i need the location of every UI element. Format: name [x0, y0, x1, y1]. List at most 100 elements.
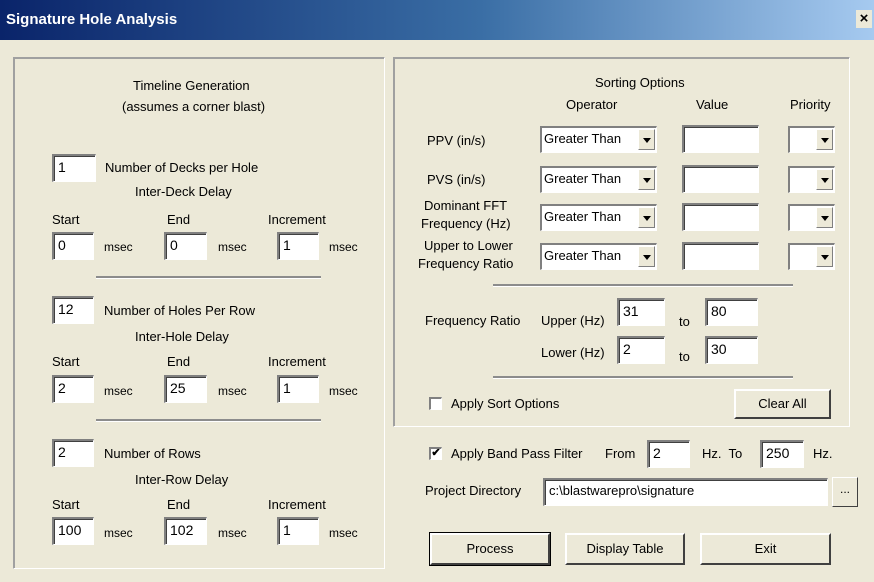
ppv-label: PPV (in/s): [427, 133, 486, 148]
deck-end-unit: msec: [218, 240, 247, 254]
decks-count-input[interactable]: 1: [52, 154, 96, 182]
hole-increment-label: Increment: [268, 354, 326, 369]
hole-end-input[interactable]: 25: [164, 375, 207, 403]
project-directory-label: Project Directory: [425, 483, 522, 498]
priority-column-header: Priority: [790, 97, 831, 112]
fft-label-line2: Frequency (Hz): [421, 216, 511, 231]
pvs-label: PVS (in/s): [427, 172, 486, 187]
sorting-separator-2: [493, 376, 793, 379]
chevron-down-icon[interactable]: [816, 169, 833, 190]
holes-count-input[interactable]: 12: [52, 296, 94, 324]
deck-end-label: End: [167, 212, 191, 227]
chevron-down-icon[interactable]: [638, 169, 655, 190]
ratio-priority-select[interactable]: [788, 243, 835, 270]
ppv-priority-select[interactable]: [788, 126, 835, 153]
hole-increment-unit: msec: [329, 384, 358, 398]
timeline-title: Timeline Generation: [133, 78, 250, 93]
upper-to-label: to: [679, 314, 690, 329]
display-table-button[interactable]: Display Table: [565, 533, 685, 565]
chevron-down-icon[interactable]: [638, 246, 655, 267]
chevron-down-icon[interactable]: [638, 129, 655, 150]
row-end-unit: msec: [218, 526, 247, 540]
hole-start-label: Start: [52, 354, 80, 369]
row-increment-unit: msec: [329, 526, 358, 540]
ppv-operator-value: Greater Than: [544, 131, 622, 146]
filter-hz-label: Hz.: [813, 446, 833, 461]
hole-start-unit: msec: [104, 384, 133, 398]
deck-end-input[interactable]: 0: [164, 232, 207, 260]
deck-increment-unit: msec: [329, 240, 358, 254]
upper-hz-label: Upper (Hz): [541, 313, 605, 328]
title-bar: Signature Hole Analysis ×: [0, 0, 874, 40]
filter-from-input[interactable]: 2: [647, 440, 690, 468]
row-end-input[interactable]: 102: [164, 517, 207, 545]
value-column-header: Value: [696, 97, 729, 112]
fft-operator-select[interactable]: Greater Than: [540, 204, 657, 231]
inter-row-delay-label: Inter-Row Delay: [135, 472, 229, 487]
band-pass-checkbox[interactable]: ✔: [429, 447, 442, 460]
project-directory-input[interactable]: c:\blastwarepro\signature: [543, 478, 828, 506]
fft-value-input[interactable]: [682, 203, 759, 231]
deck-start-input[interactable]: 0: [52, 232, 94, 260]
apply-sort-checkbox[interactable]: [429, 397, 442, 410]
apply-sort-label[interactable]: Apply Sort Options: [451, 396, 559, 411]
ratio-operator-select[interactable]: Greater Than: [540, 243, 657, 270]
sorting-title: Sorting Options: [595, 75, 685, 90]
pvs-priority-select[interactable]: [788, 166, 835, 193]
filter-to-input[interactable]: 250: [760, 440, 804, 468]
window-title: Signature Hole Analysis: [6, 11, 178, 28]
fft-label-line1: Dominant FFT: [424, 198, 508, 213]
ratio-label-line2: Frequency Ratio: [418, 256, 514, 271]
ppv-value-input[interactable]: [682, 125, 759, 153]
hole-separator: [96, 419, 321, 422]
lower-to-input[interactable]: 30: [705, 336, 758, 364]
row-start-unit: msec: [104, 526, 133, 540]
frequency-ratio-label: Frequency Ratio: [425, 313, 521, 328]
decks-count-label: Number of Decks per Hole: [105, 160, 259, 175]
holes-count-label: Number of Holes Per Row: [104, 303, 255, 318]
operator-column-header: Operator: [566, 97, 618, 112]
chevron-down-icon[interactable]: [816, 207, 833, 228]
pvs-value-input[interactable]: [682, 165, 759, 193]
ratio-label-line1: Upper to Lower: [424, 238, 513, 253]
chevron-down-icon[interactable]: [816, 129, 833, 150]
ratio-value-input[interactable]: [682, 242, 759, 270]
deck-increment-label: Increment: [268, 212, 326, 227]
sorting-separator-1: [493, 284, 793, 287]
browse-button[interactable]: ...: [832, 477, 858, 507]
inter-deck-delay-label: Inter-Deck Delay: [135, 184, 232, 199]
lower-from-input[interactable]: 2: [617, 336, 665, 364]
rows-count-input[interactable]: 2: [52, 439, 94, 467]
clear-all-button[interactable]: Clear All: [734, 389, 831, 419]
hole-start-input[interactable]: 2: [52, 375, 94, 403]
deck-increment-input[interactable]: 1: [277, 232, 319, 260]
filter-hz-to-label: Hz. To: [702, 446, 743, 461]
hole-end-label: End: [167, 354, 191, 369]
chevron-down-icon[interactable]: [638, 207, 655, 228]
deck-start-label: Start: [52, 212, 80, 227]
row-start-label: Start: [52, 497, 80, 512]
deck-separator: [96, 276, 321, 279]
inter-hole-delay-label: Inter-Hole Delay: [135, 329, 229, 344]
ppv-operator-select[interactable]: Greater Than: [540, 126, 657, 153]
process-button[interactable]: Process: [429, 532, 551, 566]
lower-to-label: to: [679, 349, 690, 364]
row-start-input[interactable]: 100: [52, 517, 94, 545]
deck-start-unit: msec: [104, 240, 133, 254]
pvs-operator-select[interactable]: Greater Than: [540, 166, 657, 193]
lower-hz-label: Lower (Hz): [541, 345, 605, 360]
exit-button[interactable]: Exit: [700, 533, 831, 565]
upper-to-input[interactable]: 80: [705, 298, 758, 326]
fft-priority-select[interactable]: [788, 204, 835, 231]
band-pass-label[interactable]: Apply Band Pass Filter: [451, 446, 583, 461]
row-end-label: End: [167, 497, 191, 512]
hole-increment-input[interactable]: 1: [277, 375, 319, 403]
upper-from-input[interactable]: 31: [617, 298, 665, 326]
pvs-operator-value: Greater Than: [544, 171, 622, 186]
chevron-down-icon[interactable]: [816, 246, 833, 267]
fft-operator-value: Greater Than: [544, 209, 622, 224]
ratio-operator-value: Greater Than: [544, 248, 622, 263]
row-increment-input[interactable]: 1: [277, 517, 319, 545]
row-increment-label: Increment: [268, 497, 326, 512]
close-button[interactable]: ×: [856, 10, 872, 28]
